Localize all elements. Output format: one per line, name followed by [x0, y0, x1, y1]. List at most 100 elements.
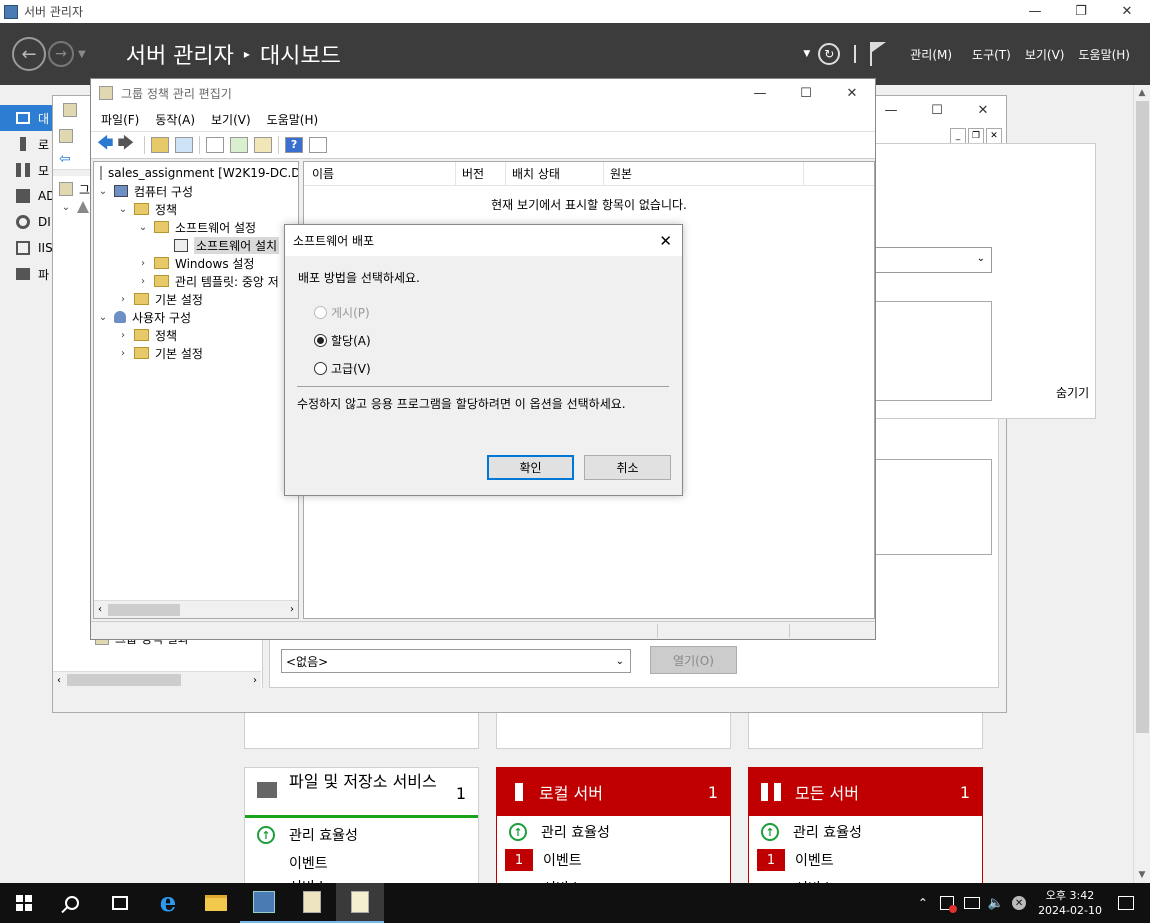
back-icon[interactable]: ← [12, 37, 46, 71]
cancel-button[interactable]: 취소 [584, 455, 671, 480]
show-hidden-icons[interactable]: ⌃ [918, 896, 928, 910]
clock[interactable]: 오후 3:42 2024-02-10 [1038, 888, 1102, 918]
gpme-tree-admin-templates[interactable]: › 관리 템플릿: 중앙 저 [94, 272, 298, 290]
gpme-tree-computer-config[interactable]: ⌄ 컴퓨터 구성 [94, 182, 298, 200]
gpme-tree-windows-settings[interactable]: › Windows 설정 [94, 254, 298, 272]
gpme-menu-file[interactable]: 파일(F) [101, 111, 139, 128]
gpm-inner-restore-icon[interactable]: ❐ [968, 128, 984, 144]
gpme-tree-user-policies[interactable]: › 정책 [94, 326, 298, 344]
gpm-select[interactable]: <없음> ⌄ [281, 649, 631, 673]
gpme-tree-policies[interactable]: ⌄ 정책 [94, 200, 298, 218]
export-list-icon[interactable] [254, 137, 273, 153]
chevron-down-icon[interactable]: ⌄ [116, 204, 130, 215]
up-folder-icon[interactable] [151, 137, 170, 153]
tile-row-events[interactable]: 1 이벤트 [749, 846, 982, 874]
taskbar-gpm[interactable] [288, 883, 336, 923]
search-button[interactable] [48, 883, 96, 923]
gpm-tree-hscroll[interactable]: ‹ › [53, 671, 261, 688]
dialog-close-button[interactable]: ✕ [659, 232, 672, 250]
tile-all-servers[interactable]: 모든 서버 1 ↑ 관리 효율성 1 이벤트 서비스 [748, 767, 983, 886]
sidebar-item-dns[interactable]: DI [0, 209, 60, 235]
refresh-dropdown-icon[interactable]: ▼ [803, 49, 810, 59]
chevron-right-icon[interactable]: › [116, 330, 130, 341]
gpm-maximize-button[interactable]: ☐ [914, 99, 960, 122]
chevron-right-icon[interactable]: › [136, 276, 150, 287]
gpme-tree-software-installation[interactable]: 소프트웨어 설치 [94, 236, 298, 254]
forward-arrow-icon[interactable]: 🡆 [118, 132, 135, 159]
chevron-down-icon[interactable]: ⌄ [59, 202, 73, 213]
sidebar-item-iis[interactable]: IIS [0, 235, 60, 261]
forward-icon[interactable]: → [48, 41, 74, 67]
taskbar-explorer[interactable] [192, 883, 240, 923]
radio-option-assign[interactable]: 할당(A) [314, 332, 371, 349]
tile-row-manageability[interactable]: ↑ 관리 효율성 [497, 818, 730, 846]
gpme-menu-view[interactable]: 보기(V) [211, 111, 251, 128]
scrollbar-thumb[interactable] [108, 603, 180, 616]
menu-manage[interactable]: 관리(M) [910, 46, 952, 63]
properties-icon[interactable] [206, 137, 225, 153]
start-button[interactable] [0, 883, 48, 923]
gpm-inner-minimize-icon[interactable]: _ [950, 128, 966, 144]
gpm-close-button[interactable]: ✕ [960, 99, 1006, 122]
radio-option-publish[interactable]: 게시(P) [314, 304, 370, 321]
help-icon[interactable]: ? [285, 137, 304, 153]
sidebar-item-all-servers[interactable]: 모 [0, 157, 60, 183]
volume-muted-icon[interactable]: 🔈 [988, 896, 1004, 911]
task-view-button[interactable] [96, 883, 144, 923]
gpm-back-icon[interactable]: ⇦ [59, 151, 71, 167]
close-button[interactable]: ✕ [1104, 0, 1150, 23]
sidebar-item-local-server[interactable]: 로 [0, 131, 60, 157]
chevron-right-icon[interactable]: › [116, 294, 130, 305]
deploy-dialog[interactable]: 소프트웨어 배포 ✕ 배포 방법을 선택하세요. 게시(P) 할당(A) 고급(… [284, 224, 683, 496]
error-notification-icon[interactable]: ✕ [1012, 896, 1027, 910]
radio-button[interactable] [314, 334, 327, 347]
gpme-tree-user-config[interactable]: ⌄ 사용자 구성 [94, 308, 298, 326]
chevron-right-icon[interactable]: › [116, 348, 130, 359]
notifications-flag-icon[interactable] [870, 42, 887, 66]
gpme-tree-root[interactable]: sales_assignment [W2K19-DC.DO [94, 164, 298, 182]
taskbar-gpme[interactable] [336, 883, 384, 923]
chevron-down-icon[interactable]: ⌄ [96, 186, 110, 197]
gpme-tree-hscroll[interactable]: ‹ › [94, 600, 298, 618]
gpme-tree-software-settings[interactable]: ⌄ 소프트웨어 설정 [94, 218, 298, 236]
column-header-source[interactable]: 원본 [604, 162, 804, 185]
gpme-menu-help[interactable]: 도움말(H) [267, 111, 319, 128]
gpme-close-button[interactable]: ✕ [829, 82, 875, 105]
main-scrollbar[interactable]: ▲ ▼ [1133, 85, 1150, 883]
restore-button[interactable]: ❐ [1058, 0, 1104, 23]
taskbar-server-manager[interactable] [240, 883, 288, 923]
tile-row-events[interactable]: 1 이벤트 [497, 846, 730, 874]
scrollbar-thumb[interactable] [1136, 101, 1149, 733]
radio-button[interactable] [314, 362, 327, 375]
notification-center-icon[interactable] [1118, 896, 1134, 910]
radio-button[interactable] [314, 306, 327, 319]
tile-row-manageability[interactable]: ↑ 관리 효율성 [245, 821, 478, 849]
chevron-down-icon[interactable]: ⌄ [96, 312, 110, 323]
menu-tools[interactable]: 도구(T) [972, 46, 1011, 63]
gpm-inner-close-icon[interactable]: ✕ [986, 128, 1002, 144]
gpme-tree-user-preferences[interactable]: › 기본 설정 [94, 344, 298, 362]
gpm-hide-link[interactable]: 숨기기 [1056, 384, 1089, 401]
tile-local-server[interactable]: 로컬 서버 1 ↑ 관리 효율성 1 이벤트 서비스 [496, 767, 731, 886]
column-header-deployment-state[interactable]: 배치 상태 [506, 162, 604, 185]
show-hide-tree-icon[interactable] [175, 137, 194, 153]
gpme-maximize-button[interactable]: ☐ [783, 82, 829, 105]
taskbar-ie[interactable]: e [144, 883, 192, 923]
tile-row-manageability[interactable]: ↑ 관리 효율성 [749, 818, 982, 846]
history-dropdown-icon[interactable]: ▼ [78, 49, 86, 60]
tile-file-storage[interactable]: 파일 및 저장소 서비스 1 ↑ 관리 효율성 이벤트 서비스 [244, 767, 479, 889]
refresh-icon[interactable]: ↻ [818, 43, 841, 65]
minimize-button[interactable]: — [1012, 0, 1058, 23]
gpme-minimize-button[interactable]: — [737, 82, 783, 105]
security-alert-icon[interactable] [939, 896, 957, 913]
back-arrow-icon[interactable]: 🡄 [97, 132, 114, 159]
chevron-right-icon[interactable]: › [136, 258, 150, 269]
chevron-down-icon[interactable]: ⌄ [136, 222, 150, 233]
column-header-version[interactable]: 버전 [456, 162, 506, 185]
network-icon[interactable] [963, 897, 980, 909]
sidebar-item-ad[interactable]: AD [0, 183, 60, 209]
sidebar-item-dashboard[interactable]: 대 [0, 105, 60, 131]
refresh-icon[interactable] [230, 137, 249, 153]
scrollbar-thumb[interactable] [67, 674, 181, 686]
gpm-open-button[interactable]: 열기(O) [650, 646, 737, 674]
